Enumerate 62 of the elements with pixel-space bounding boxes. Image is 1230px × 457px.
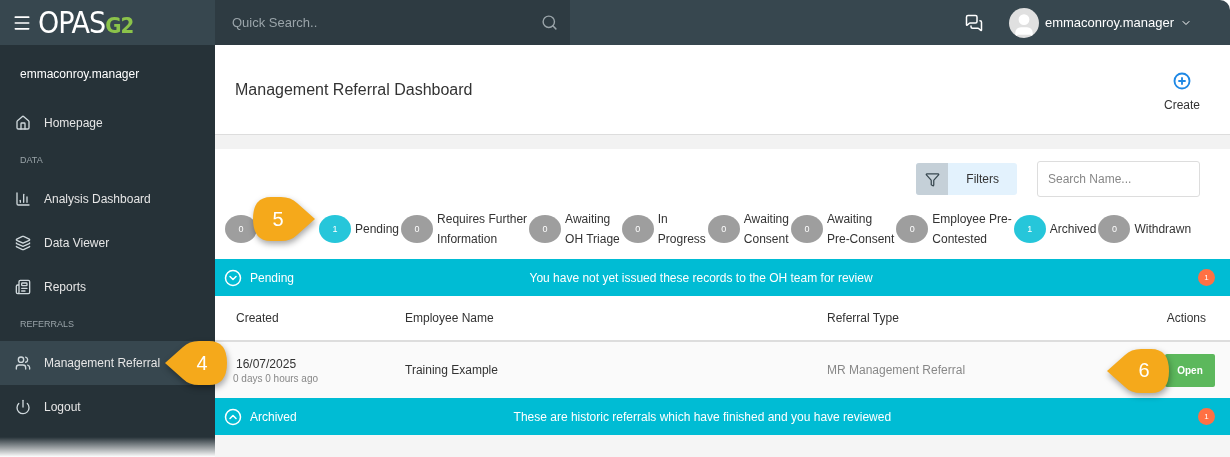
name-search-field[interactable]: Search Name... [1037,161,1200,197]
filter-icon [924,171,940,187]
status-label: Pending [355,221,400,238]
quick-search-box[interactable]: Quick Search.. [215,0,570,45]
column-header: Employee Name [405,311,495,325]
create-button[interactable]: Create [1163,71,1200,112]
column-header: Created [236,311,280,325]
sidebar-item-icon [15,235,31,251]
step-callout: 6 [1107,348,1169,393]
status-label: Awaiting Pre-Consent [826,211,895,248]
count-badge[interactable]: 0 [401,215,434,243]
table-cell-text: MR Management Referral [827,363,967,377]
quick-search-field[interactable]: Quick Search.. [230,14,510,31]
count-badge[interactable]: 0 [529,215,562,243]
chat-icon[interactable] [964,13,983,32]
count-badge[interactable]: 0 [621,215,654,243]
step-callout: 4 [165,341,227,385]
step-callout: 5 [253,197,315,241]
sidebar-item-icon [15,191,31,207]
plus-icon [1173,71,1191,90]
page-title: Management Referral Dashboard [235,80,473,99]
sidebar-item[interactable]: Logout [0,385,215,429]
avatar-icon [1008,7,1039,38]
sidebar-item[interactable]: Analysis Dashboard [0,177,215,221]
sidebar-item[interactable]: Reports [0,265,215,309]
count-badge: 1 [1198,269,1215,286]
section-bar[interactable]: Pending You have not yet issued these records to the OH team for review 1 [215,259,1230,296]
count-badge[interactable]: 1 [319,215,351,243]
status-label: Employee Pre- Contested [932,211,1012,248]
age-text: 0 days 0 hours ago [233,372,320,384]
sidebar-item-icon [15,279,31,295]
sidebar-heading: REFERRALS [19,318,75,331]
column-header: Actions [1166,311,1206,325]
sidebar-heading: DATA [19,154,44,167]
section-bar[interactable]: Archived These are historic referrals which have finished and you have reviewed 1 [215,398,1230,435]
sidebar-item[interactable]: Homepage [0,101,215,145]
count-badge: 1 [1198,408,1215,425]
sidebar-item-icon [15,115,31,131]
column-header: Referral Type [827,311,900,325]
open-button[interactable]: Open [1165,353,1215,387]
status-label: Awaiting Consent [743,211,789,248]
sidebar-item-icon [15,355,31,371]
count-badge[interactable]: 0 [225,215,257,243]
search-icon[interactable] [541,14,558,31]
count-badge[interactable]: 0 [707,215,740,243]
status-label: Awaiting OH Triage [565,211,620,248]
table-cell-text: Training Example [405,363,499,377]
date-cell-text: 16/07/2025 [236,356,298,371]
count-badge[interactable]: 0 [1098,215,1131,243]
status-label: Withdrawn [1134,221,1192,238]
app-logo: OPASG2 [38,5,134,40]
status-label: Requires Further Information [437,211,528,248]
user-menu[interactable]: emmaconroy.manager [1008,7,1192,38]
count-badge[interactable]: 0 [790,215,823,243]
filters-button[interactable]: Filters [916,163,1017,195]
sidebar-user: emmaconroy.manager [19,66,141,83]
status-label: Archived [1049,221,1097,238]
count-badge[interactable]: 0 [896,215,929,243]
sidebar-item-icon [15,399,31,415]
sidebar-item[interactable]: Data Viewer [0,221,215,265]
count-badge[interactable]: 1 [1013,215,1046,243]
status-label: In Progress [657,211,706,248]
